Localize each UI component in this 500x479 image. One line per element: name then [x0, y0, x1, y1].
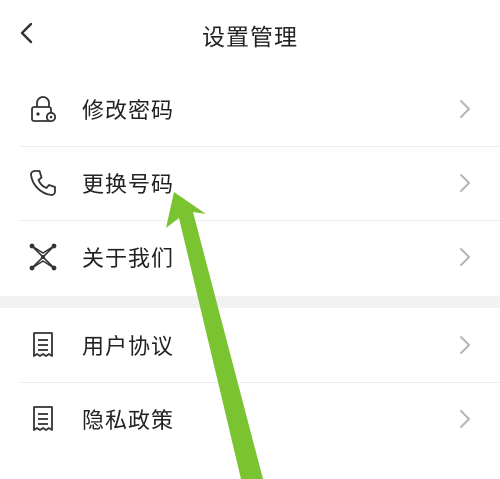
menu-item-label: 关于我们: [82, 247, 175, 272]
menu-item-privacy-policy[interactable]: 隐私政策: [0, 382, 500, 456]
menu-item-label: 用户协议: [82, 335, 175, 360]
chevron-right-icon: [460, 100, 470, 118]
document-icon: [33, 332, 53, 357]
chevron-right-icon: [460, 336, 470, 354]
section-divider: [0, 296, 500, 308]
phone-icon: [30, 170, 56, 196]
settings-group-legal: 用户协议 隐私政策: [0, 308, 500, 456]
settings-group-account: 修改密码 更换号码 关于我们: [0, 72, 500, 294]
lock-gear-icon: [31, 96, 57, 123]
menu-item-label: 隐私政策: [82, 409, 175, 434]
menu-item-label: 修改密码: [82, 99, 175, 124]
menu-item-user-agreement[interactable]: 用户协议: [0, 308, 500, 382]
menu-item-change-password[interactable]: 修改密码: [0, 72, 500, 146]
menu-item-label: 更换号码: [82, 173, 175, 198]
menu-item-change-number[interactable]: 更换号码: [0, 146, 500, 220]
chevron-right-icon: [460, 410, 470, 428]
chevron-right-icon: [460, 248, 470, 266]
menu-item-about-us[interactable]: 关于我们: [0, 220, 500, 294]
page-title: 设置管理: [202, 25, 298, 51]
network-icon: [29, 243, 57, 271]
header: 设置管理: [0, 0, 500, 70]
document-icon: [33, 406, 53, 431]
chevron-right-icon: [460, 174, 470, 192]
